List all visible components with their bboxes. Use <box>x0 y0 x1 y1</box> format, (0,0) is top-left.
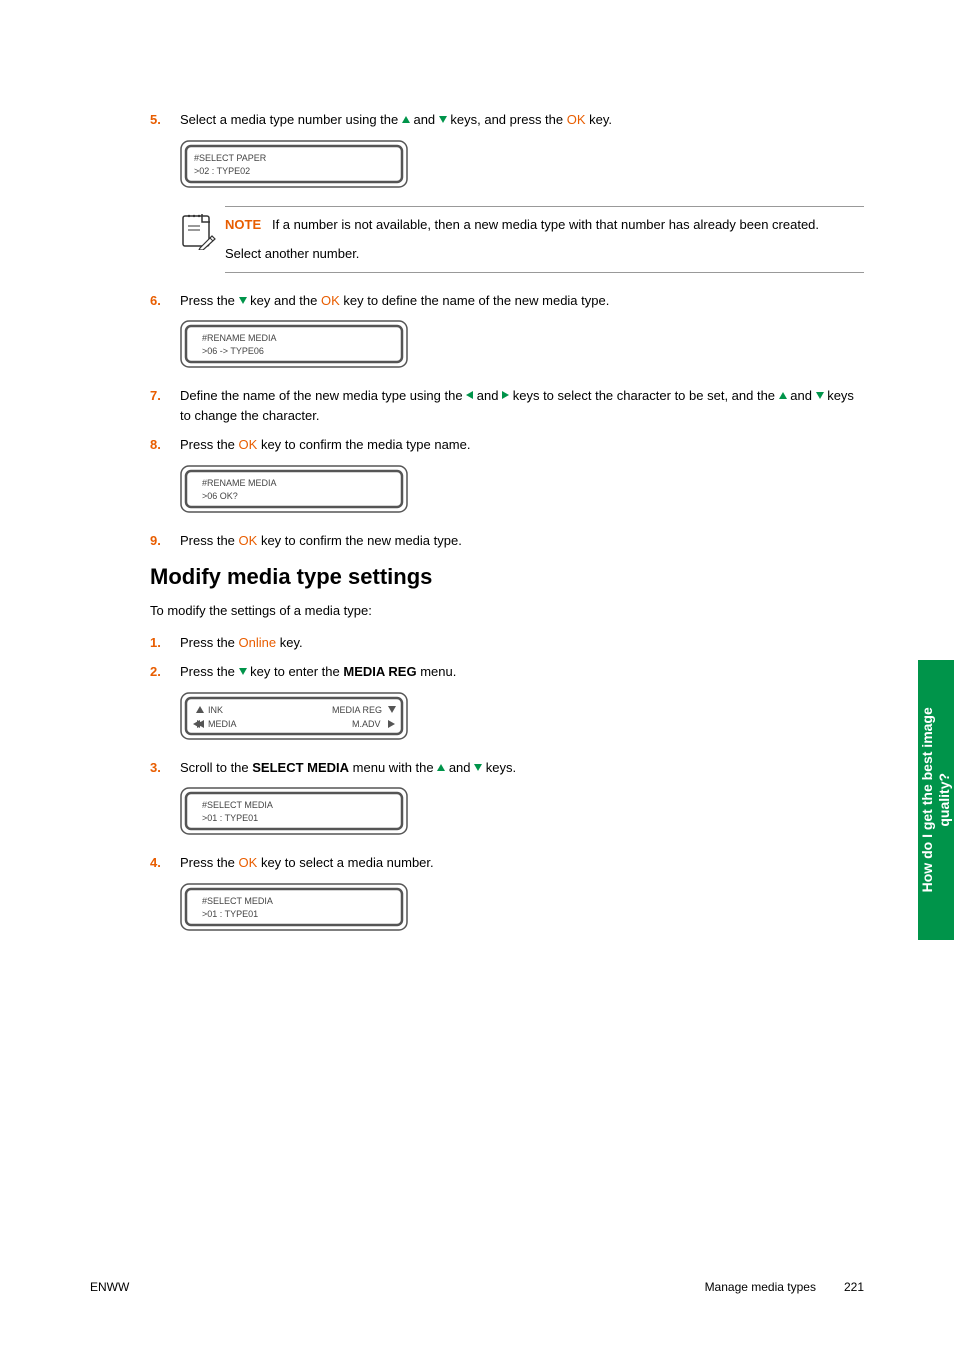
up-arrow-icon <box>437 764 445 771</box>
note-content: NOTE If a number is not available, then … <box>225 206 864 273</box>
page-footer: ENWW Manage media types 221 <box>90 1280 864 1294</box>
step-text: Scroll to the SELECT MEDIA menu with the… <box>180 758 864 778</box>
lcd-screen-5: #SELECT MEDIA >01 : TYPE01 <box>180 787 864 835</box>
lcd-screen-6: #SELECT MEDIA >01 : TYPE01 <box>180 883 864 931</box>
step-number: 4. <box>150 853 180 873</box>
side-tab: How do I get the best imagequality? <box>918 660 954 940</box>
down-arrow-icon <box>439 116 447 123</box>
svg-text:>01 : TYPE01: >01 : TYPE01 <box>202 813 258 823</box>
down-arrow-icon <box>474 764 482 771</box>
step-b2: 2. Press the key to enter the MEDIA REG … <box>150 662 864 682</box>
step-text: Press the key and the OK key to define t… <box>180 291 864 311</box>
svg-text:>06 -> TYPE06: >06 -> TYPE06 <box>202 346 264 356</box>
step-number: 1. <box>150 633 180 653</box>
step-number: 9. <box>150 531 180 551</box>
step-text: Press the key to enter the MEDIA REG men… <box>180 662 864 682</box>
side-tab-text: How do I get the best imagequality? <box>919 707 953 892</box>
svg-text:MEDIA REG: MEDIA REG <box>332 705 382 715</box>
svg-text:#RENAME MEDIA: #RENAME MEDIA <box>202 333 277 343</box>
svg-text:>01 : TYPE01: >01 : TYPE01 <box>202 909 258 919</box>
step-number: 6. <box>150 291 180 311</box>
svg-text:#SELECT MEDIA: #SELECT MEDIA <box>202 800 273 810</box>
down-arrow-icon <box>816 392 824 399</box>
left-arrow-icon <box>466 391 473 399</box>
lcd-screen-2: #RENAME MEDIA >06 -> TYPE06 <box>180 320 864 368</box>
svg-text:>06 OK?: >06 OK? <box>202 491 238 501</box>
step-text: Press the OK key to confirm the new medi… <box>180 531 864 551</box>
svg-text:#SELECT PAPER: #SELECT PAPER <box>194 153 267 163</box>
footer-page-number: 221 <box>844 1280 864 1294</box>
note-icon <box>180 206 225 273</box>
lcd-screen-4: INK MEDIA REG MEDIA M.ADV <box>180 692 864 740</box>
svg-text:#RENAME MEDIA: #RENAME MEDIA <box>202 478 277 488</box>
step-text: Press the Online key. <box>180 633 864 653</box>
intro-text: To modify the settings of a media type: <box>150 601 864 621</box>
step-b4: 4. Press the OK key to select a media nu… <box>150 853 864 873</box>
step-text: Define the name of the new media type us… <box>180 386 864 425</box>
note-block: NOTE If a number is not available, then … <box>180 206 864 273</box>
svg-text:#SELECT MEDIA: #SELECT MEDIA <box>202 896 273 906</box>
step-number: 5. <box>150 110 180 130</box>
lcd-screen-1: #SELECT PAPER >02 : TYPE02 <box>180 140 864 188</box>
footer-section-title: Manage media types <box>705 1280 816 1294</box>
step-text: Select a media type number using the and… <box>180 110 864 130</box>
step-6: 6. Press the key and the OK key to defin… <box>150 291 864 311</box>
step-b3: 3. Scroll to the SELECT MEDIA menu with … <box>150 758 864 778</box>
down-arrow-icon <box>239 297 247 304</box>
step-b1: 1. Press the Online key. <box>150 633 864 653</box>
step-number: 8. <box>150 435 180 455</box>
right-arrow-icon <box>502 391 509 399</box>
step-8: 8. Press the OK key to confirm the media… <box>150 435 864 455</box>
section-heading: Modify media type settings <box>150 560 864 593</box>
svg-text:>02 : TYPE02: >02 : TYPE02 <box>194 166 250 176</box>
lcd-screen-3: #RENAME MEDIA >06 OK? <box>180 465 864 513</box>
step-7: 7. Define the name of the new media type… <box>150 386 864 425</box>
footer-left: ENWW <box>90 1280 129 1294</box>
svg-text:MEDIA: MEDIA <box>208 719 237 729</box>
step-text: Press the OK key to confirm the media ty… <box>180 435 864 455</box>
step-number: 7. <box>150 386 180 425</box>
step-number: 3. <box>150 758 180 778</box>
step-text: Press the OK key to select a media numbe… <box>180 853 864 873</box>
svg-text:M.ADV: M.ADV <box>352 719 381 729</box>
down-arrow-icon <box>239 668 247 675</box>
step-5: 5. Select a media type number using the … <box>150 110 864 130</box>
step-9: 9. Press the OK key to confirm the new m… <box>150 531 864 551</box>
svg-text:INK: INK <box>208 705 223 715</box>
up-arrow-icon <box>402 116 410 123</box>
step-number: 2. <box>150 662 180 682</box>
note-label: NOTE <box>225 217 261 232</box>
up-arrow-icon <box>779 392 787 399</box>
